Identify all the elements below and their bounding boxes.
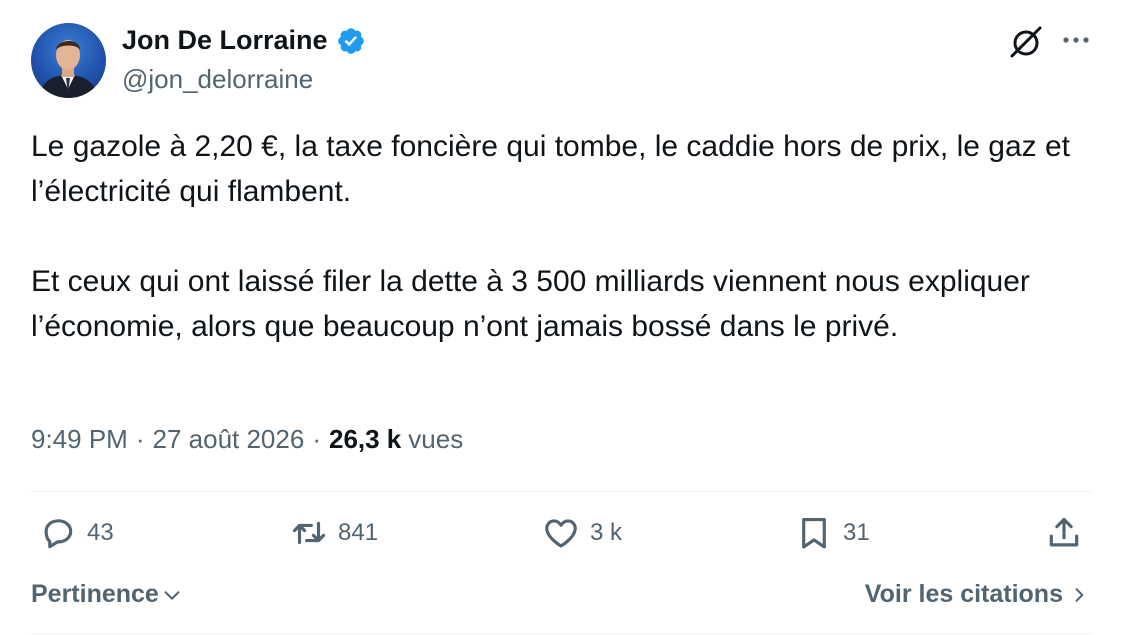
share-icon: [1049, 517, 1079, 547]
author-name-row: Jon De Lorraine: [122, 25, 366, 56]
like-count: 3 k: [590, 519, 623, 546]
meta-separator: ·: [135, 424, 145, 454]
reply-button[interactable]: 43: [39, 514, 114, 552]
sort-dropdown[interactable]: Pertinence: [31, 580, 183, 609]
reply-count: 43: [87, 519, 114, 546]
verified-badge-icon: [337, 27, 364, 54]
tweet-time[interactable]: 9:49 PM: [31, 424, 128, 455]
view-quotes-label: Voir les citations: [864, 580, 1063, 608]
author-handle[interactable]: @jon_delorraine: [122, 64, 313, 95]
action-bar: 43 841 3 k 31: [0, 514, 1123, 562]
tweet-meta: 9:49 PM · 27 août 2026 · 26,3 k vues: [31, 424, 463, 455]
chevron-down-icon: [164, 590, 180, 600]
view-quotes-link[interactable]: Voir les citations: [865, 580, 1089, 609]
author-name[interactable]: Jon De Lorraine: [122, 25, 328, 56]
heart-icon: [545, 519, 577, 548]
chevron-right-icon: [1075, 587, 1084, 602]
tweet-paragraph: Le gazole à 2,20 €, la taxe foncière qui…: [31, 130, 1070, 208]
repost-count: 841: [338, 519, 379, 546]
tweet-text: Le gazole à 2,20 €, la taxe foncière qui…: [31, 124, 1071, 349]
more-dots-icon: [1063, 37, 1089, 43]
reply-icon: [44, 519, 73, 549]
share-button[interactable]: [1045, 514, 1083, 552]
bottom-divider: [31, 633, 1093, 634]
more-options-button[interactable]: [1058, 22, 1094, 58]
sort-label: Pertinence: [31, 580, 159, 608]
grok-button[interactable]: [1006, 22, 1046, 62]
meta-separator: ·: [312, 424, 321, 454]
bookmark-count: 31: [843, 519, 870, 546]
repost-button[interactable]: 841: [290, 514, 378, 552]
avatar-image: [39, 40, 98, 98]
avatar[interactable]: [31, 23, 106, 98]
views-label: vues: [408, 424, 464, 454]
views-count[interactable]: 26,3 k: [329, 424, 401, 455]
grok-icon: [1010, 26, 1042, 58]
bookmark-icon: [802, 517, 826, 549]
bookmark-button[interactable]: 31: [795, 514, 870, 552]
like-button[interactable]: 3 k: [542, 514, 622, 552]
tweet-date[interactable]: 27 août 2026: [153, 424, 305, 455]
divider: [31, 491, 1093, 492]
repost-icon: [292, 521, 326, 545]
tweet-paragraph: Et ceux qui ont laissé filer la dette à …: [31, 265, 1030, 343]
